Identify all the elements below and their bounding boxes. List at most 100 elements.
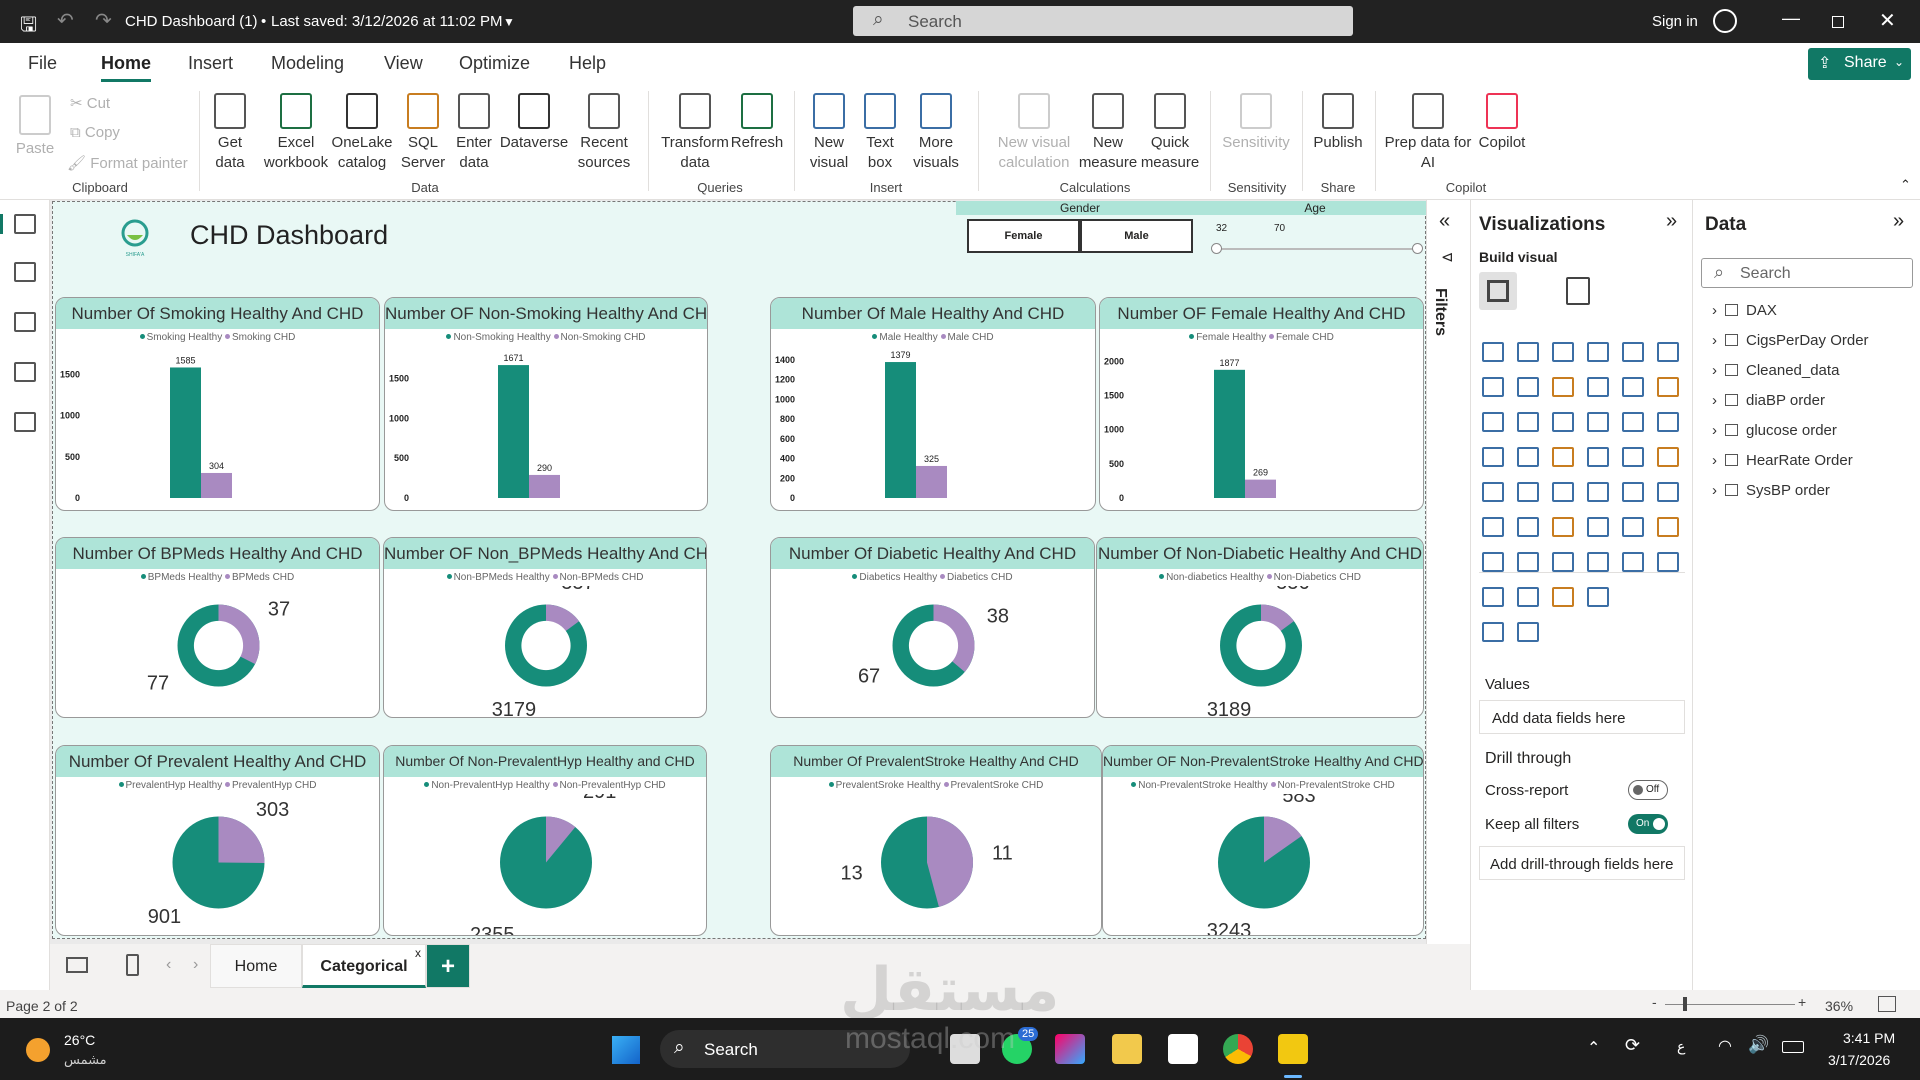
table-view-icon[interactable]: [14, 262, 36, 282]
100-stacked-bar-icon[interactable]: [1622, 342, 1644, 362]
report-view-icon[interactable]: [14, 214, 36, 234]
chart-card[interactable]: Number Of Smoking Healthy And CHD Smoking…: [55, 297, 380, 511]
menu-modeling[interactable]: Modeling: [271, 53, 344, 74]
narrative-icon[interactable]: [1622, 517, 1644, 537]
quick-measure-button[interactable]: Quick measure: [1125, 93, 1215, 173]
search-input[interactable]: ⌕ Search: [853, 6, 1353, 36]
paste-button[interactable]: Paste: [14, 93, 56, 159]
share-button[interactable]: ⇪ Share ⌄: [1808, 48, 1911, 80]
chart-card[interactable]: Number OF Non-Smoking Healthy And CHD Non…: [384, 297, 708, 511]
store-icon[interactable]: [1168, 1034, 1198, 1064]
ribbon-icon[interactable]: [1482, 412, 1504, 432]
chart-card[interactable]: Number Of Prevalent Healthy And CHD Preva…: [55, 745, 380, 936]
multi-row-card-icon[interactable]: [1482, 482, 1504, 502]
cut-button[interactable]: ✂ Cut: [70, 94, 110, 112]
data-table-item[interactable]: › Cleaned_data: [1712, 362, 1839, 379]
azure-map-icon[interactable]: [1587, 447, 1609, 467]
chart-card[interactable]: Number Of Non-Diabetic Healthy And CHD No…: [1096, 537, 1424, 718]
language-indicator[interactable]: ع: [1677, 1038, 1685, 1055]
clustered-bar-icon[interactable]: [1552, 342, 1574, 362]
funnel-icon[interactable]: [1552, 412, 1574, 432]
card-icon[interactable]: [1657, 447, 1679, 467]
menu-file[interactable]: File: [28, 53, 57, 74]
chevron-right-icon[interactable]: ›: [1712, 392, 1717, 409]
volume-icon[interactable]: 🔊: [1748, 1035, 1769, 1055]
drill-through-drop-zone[interactable]: Add drill-through fields here: [1479, 846, 1685, 880]
data-table-item[interactable]: › diaBP order: [1712, 392, 1825, 409]
mobile-view-icon[interactable]: [126, 954, 139, 976]
data-table-item[interactable]: › DAX: [1712, 302, 1777, 319]
pen-icon[interactable]: [1552, 587, 1574, 607]
next-page-icon[interactable]: ›: [193, 956, 198, 974]
scatter-icon[interactable]: [1587, 412, 1609, 432]
save-icon[interactable]: 🖫: [20, 10, 37, 44]
data-table-item[interactable]: › glucose order: [1712, 422, 1837, 439]
stacked-column-icon[interactable]: [1517, 342, 1539, 362]
wifi-icon[interactable]: ◠: [1718, 1036, 1732, 1056]
publish-button[interactable]: Publish: [1293, 93, 1383, 153]
format-visual-tab-icon[interactable]: [1566, 277, 1590, 305]
chevron-right-icon[interactable]: ›: [1712, 452, 1717, 469]
file-explorer-icon[interactable]: [1112, 1034, 1142, 1064]
kpi-icon[interactable]: [1517, 482, 1539, 502]
100-stacked-column-icon[interactable]: [1657, 342, 1679, 362]
dax-query-icon[interactable]: [14, 362, 36, 382]
copilot-icon[interactable]: [1055, 1034, 1085, 1064]
map-icon[interactable]: [1517, 447, 1539, 467]
matrix-icon[interactable]: [1622, 482, 1644, 502]
key-influencers-icon[interactable]: [1517, 517, 1539, 537]
minimize-icon[interactable]: —: [1782, 8, 1800, 29]
format-painter-button[interactable]: 🖌 Format painter: [67, 154, 188, 172]
close-tab-icon[interactable]: x: [415, 931, 421, 975]
close-icon[interactable]: ✕: [1879, 8, 1896, 33]
stacked-area-icon[interactable]: [1552, 377, 1574, 397]
report-icon[interactable]: [1517, 552, 1539, 572]
copy-button[interactable]: ⧉ Copy: [70, 124, 120, 141]
pie-icon[interactable]: [1622, 412, 1644, 432]
tab-home[interactable]: Home: [210, 944, 302, 988]
chevron-right-icon[interactable]: ›: [1712, 482, 1717, 499]
gender-female-option[interactable]: Female: [967, 219, 1080, 253]
undo-icon[interactable]: ↶: [57, 8, 74, 33]
more-visuals-button[interactable]: More visuals: [891, 93, 981, 173]
collapse-data-icon[interactable]: »: [1893, 210, 1904, 233]
zoom-out-icon[interactable]: -: [1652, 994, 1657, 1010]
area-icon[interactable]: [1517, 377, 1539, 397]
zoom-in-icon[interactable]: +: [1798, 994, 1806, 1010]
sign-in-link[interactable]: Sign in: [1652, 13, 1698, 30]
arcgis-icon[interactable]: [1622, 552, 1644, 572]
trophy-icon[interactable]: [1482, 552, 1504, 572]
age-max-handle[interactable]: [1412, 243, 1423, 254]
battery-icon[interactable]: [1782, 1041, 1804, 1053]
age-min-handle[interactable]: [1211, 243, 1222, 254]
chrome-icon[interactable]: [1223, 1034, 1253, 1064]
chart-card[interactable]: Number Of Male Healthy And CHD Male Healt…: [770, 297, 1096, 511]
fit-to-page-icon[interactable]: [1878, 996, 1896, 1012]
add-page-button[interactable]: +: [426, 944, 470, 988]
line-clustered-icon[interactable]: [1657, 377, 1679, 397]
menu-help[interactable]: Help: [569, 53, 606, 74]
model-view-icon[interactable]: [14, 312, 36, 332]
chevron-right-icon[interactable]: ›: [1712, 422, 1717, 439]
chevron-right-icon[interactable]: ›: [1712, 332, 1717, 349]
sync-icon[interactable]: ⟳: [1625, 1035, 1640, 1056]
redo-icon[interactable]: ↷: [95, 8, 112, 33]
chevron-up-icon[interactable]: ⌃: [1587, 1038, 1600, 1058]
menu-home[interactable]: Home: [101, 53, 151, 74]
r-visual-icon[interactable]: [1657, 482, 1679, 502]
values-drop-zone[interactable]: Add data fields here: [1479, 700, 1685, 734]
start-button[interactable]: [612, 1036, 640, 1064]
100-area-icon[interactable]: [1587, 377, 1609, 397]
donut-icon[interactable]: [1657, 412, 1679, 432]
tmdl-view-icon[interactable]: [14, 412, 36, 432]
paginated-icon[interactable]: [1657, 517, 1679, 537]
power-apps-icon[interactable]: [1482, 587, 1504, 607]
data-table-item[interactable]: › SysBP order: [1712, 482, 1830, 499]
menu-view[interactable]: View: [384, 53, 423, 74]
previous-page-icon[interactable]: ‹: [166, 956, 171, 974]
sensitivity-button[interactable]: Sensitivity: [1211, 93, 1301, 153]
desktop-view-icon[interactable]: [66, 957, 88, 973]
menu-insert[interactable]: Insert: [188, 53, 233, 74]
filters-pane-collapsed[interactable]: « ⊲ Filters: [1426, 200, 1470, 944]
weather-icon[interactable]: [26, 1038, 50, 1062]
